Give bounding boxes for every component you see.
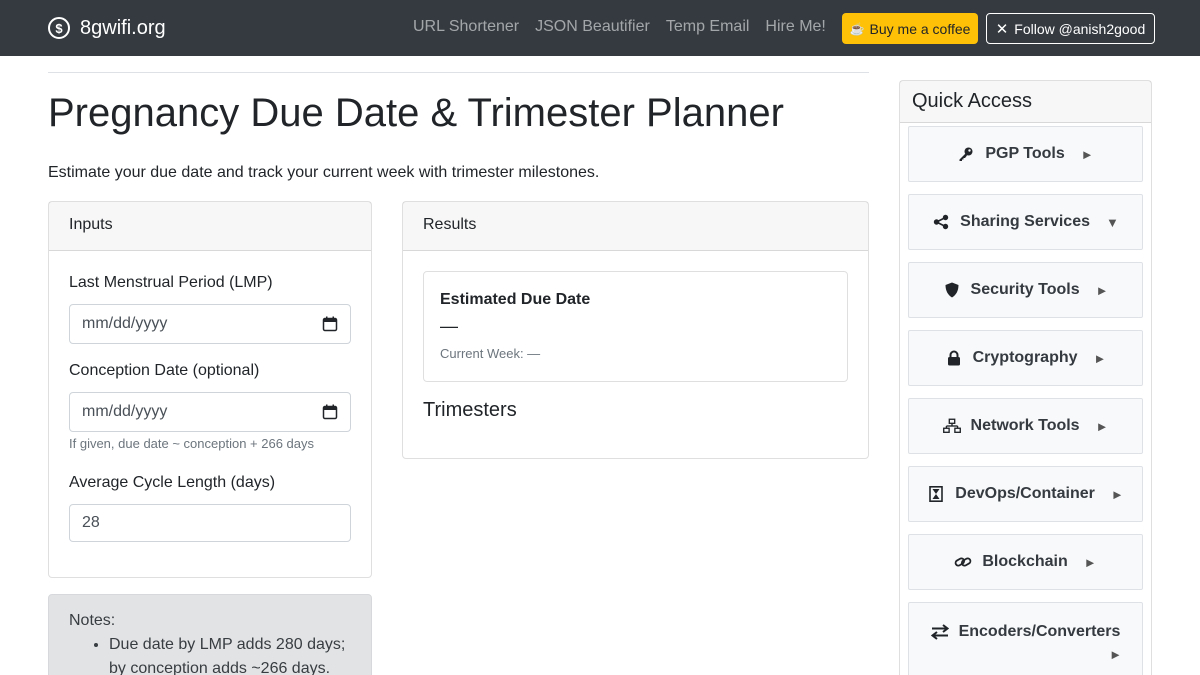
sidebar-item-devops-container[interactable]: DevOps/Container ► xyxy=(908,466,1143,522)
chevron-right-icon: ► xyxy=(1109,646,1122,662)
brand-name: 8gwifi.org xyxy=(80,16,166,39)
conception-label: Conception Date (optional) xyxy=(69,362,260,379)
notes-item: Due date by LMP adds 280 days; by concep… xyxy=(109,633,351,675)
sidebar-item-network-tools[interactable]: Network Tools ► xyxy=(908,398,1143,454)
nav-links: URL Shortener JSON Beautifier Temp Email… xyxy=(413,18,842,36)
notes-title: Notes: xyxy=(69,612,116,629)
chevron-right-icon: ► xyxy=(1080,146,1094,162)
share-icon xyxy=(932,213,950,231)
chevron-right-icon: ► xyxy=(1095,418,1109,434)
due-date-title: Estimated Due Date xyxy=(440,291,591,308)
quick-access-header: Quick Access xyxy=(900,81,1151,123)
nav-link-hire-me[interactable]: Hire Me! xyxy=(765,18,825,36)
cycle-length-label: Average Cycle Length (days) xyxy=(69,474,276,491)
brand-logo-icon: $ xyxy=(48,17,70,39)
chevron-right-icon: ► xyxy=(1110,486,1124,502)
follow-button[interactable]: ✕ Follow @anish2good xyxy=(986,13,1155,44)
top-navbar: $ 8gwifi.org URL Shortener JSON Beautifi… xyxy=(0,0,1200,56)
sidebar-item-sharing-services[interactable]: Sharing Services ▼ xyxy=(908,194,1143,250)
sidebar-item-label: Network Tools xyxy=(970,417,1080,434)
trimesters-heading: Trimesters xyxy=(423,399,517,421)
calendar-icon[interactable] xyxy=(322,404,338,420)
key-icon xyxy=(957,145,975,163)
chevron-right-icon: ► xyxy=(1083,554,1097,570)
sidebar-item-label: Blockchain xyxy=(982,553,1068,570)
shield-icon xyxy=(943,281,961,299)
chevron-right-icon: ► xyxy=(1093,350,1107,366)
sidebar-item-security-tools[interactable]: Security Tools ► xyxy=(908,262,1143,318)
buy-coffee-button[interactable]: ☕ Buy me a coffee xyxy=(842,13,978,44)
notes-alert: Notes: Due date by LMP adds 280 days; by… xyxy=(48,594,372,675)
sidebar-item-label: Cryptography xyxy=(972,349,1078,366)
sidebar-item-label: Security Tools xyxy=(970,281,1080,298)
results-card: Results Estimated Due Date — Current Wee… xyxy=(402,201,869,459)
quick-access-sidebar: Quick Access PGP Tools ► Sharing Service… xyxy=(899,80,1152,675)
sidebar-item-label: Encoders/Converters xyxy=(958,622,1121,640)
nav-link-url-shortener[interactable]: URL Shortener xyxy=(413,18,519,36)
lmp-date-input[interactable]: mm/dd/yyyy xyxy=(69,304,351,344)
sidebar-item-row: Encoders/Converters xyxy=(930,622,1121,641)
sidebar-item-label: DevOps/Container xyxy=(955,485,1095,502)
chevron-right-icon: ► xyxy=(1095,282,1109,298)
results-card-header: Results xyxy=(403,202,868,251)
page-title: Pregnancy Due Date & Trimester Planner xyxy=(48,91,784,135)
x-logo-icon: ✕ xyxy=(995,20,1009,38)
lmp-label: Last Menstrual Period (LMP) xyxy=(69,274,273,291)
conception-help-text: If given, due date ~ conception + 266 da… xyxy=(69,436,315,451)
current-week-text: Current Week: — xyxy=(440,346,541,361)
coffee-cup-icon: ☕ xyxy=(849,21,865,36)
network-icon xyxy=(942,417,961,435)
chevron-down-icon: ▼ xyxy=(1105,214,1119,230)
exchange-icon xyxy=(930,623,949,641)
sidebar-item-cryptography[interactable]: Cryptography ► xyxy=(908,330,1143,386)
cycle-length-input[interactable]: 28 xyxy=(69,504,351,542)
sidebar-item-label: PGP Tools xyxy=(985,145,1065,162)
calendar-icon[interactable] xyxy=(322,316,338,332)
cycle-length-value: 28 xyxy=(82,514,100,531)
follow-label: Follow @anish2good xyxy=(1014,20,1146,37)
nav-link-temp-email[interactable]: Temp Email xyxy=(666,18,750,36)
link-icon xyxy=(954,553,972,571)
lock-icon xyxy=(945,349,963,367)
due-date-card: Estimated Due Date — Current Week: — xyxy=(423,271,848,382)
inputs-card: Inputs Last Menstrual Period (LMP) mm/dd… xyxy=(48,201,372,578)
hourglass-icon xyxy=(927,485,945,503)
notes-list: Due date by LMP adds 280 days; by concep… xyxy=(109,633,351,675)
due-date-value: — xyxy=(440,316,458,336)
sidebar-item-label: Sharing Services xyxy=(960,213,1090,230)
sidebar-item-pgp-tools[interactable]: PGP Tools ► xyxy=(908,126,1143,182)
sidebar-item-encoders-converters[interactable]: Encoders/Converters ► xyxy=(908,602,1143,675)
conception-date-input[interactable]: mm/dd/yyyy xyxy=(69,392,351,432)
conception-placeholder: mm/dd/yyyy xyxy=(82,403,168,420)
brand-link[interactable]: $ 8gwifi.org xyxy=(48,15,166,41)
buy-coffee-label: Buy me a coffee xyxy=(869,20,971,37)
lmp-placeholder: mm/dd/yyyy xyxy=(82,315,168,332)
nav-link-json-beautifier[interactable]: JSON Beautifier xyxy=(535,18,650,36)
page-lead: Estimate your due date and track your cu… xyxy=(48,164,600,181)
divider xyxy=(48,72,869,73)
inputs-card-header: Inputs xyxy=(49,202,371,251)
sidebar-item-blockchain[interactable]: Blockchain ► xyxy=(908,534,1143,590)
